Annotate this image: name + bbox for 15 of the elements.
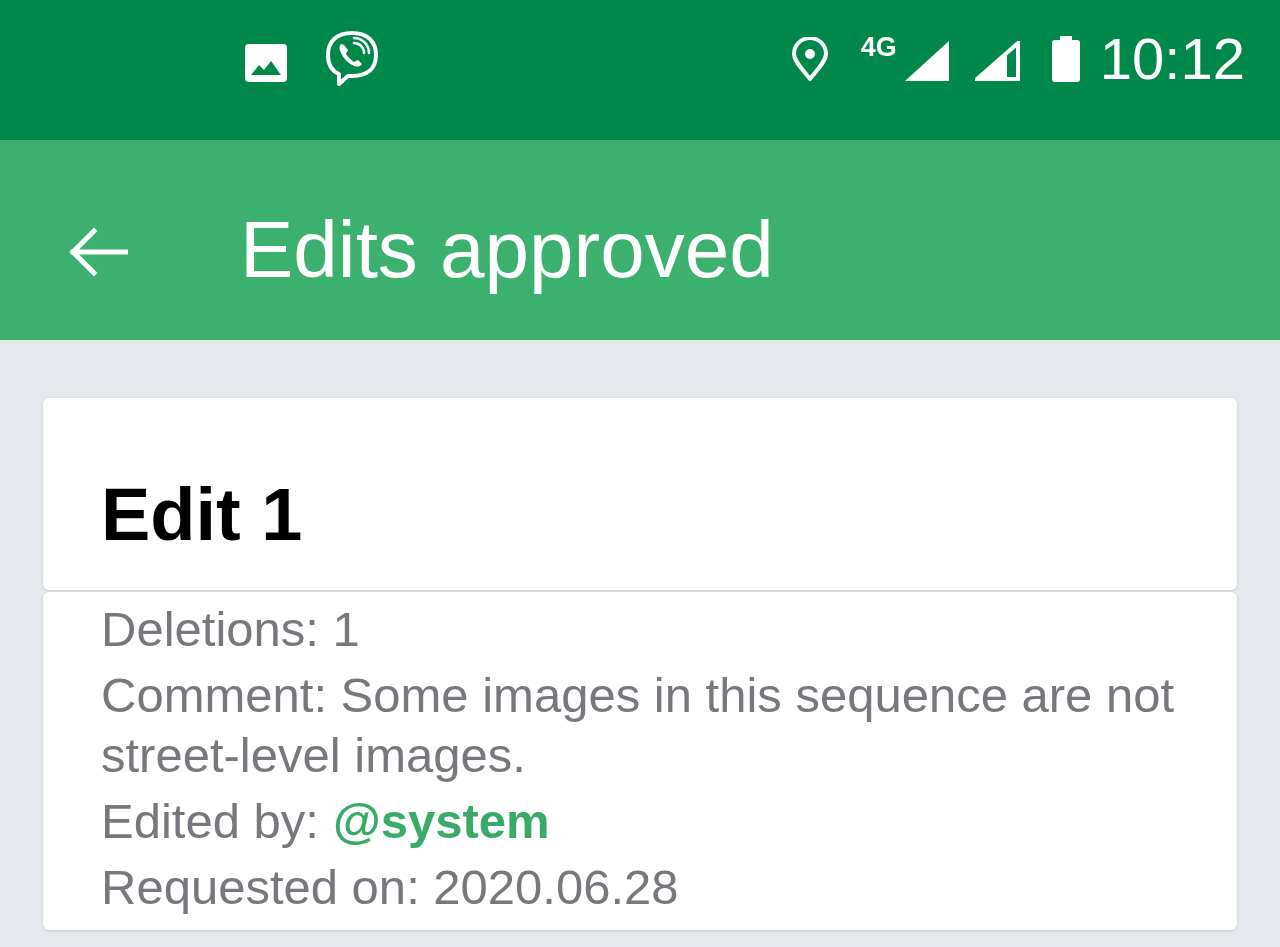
detail-label: Edited by: xyxy=(101,793,319,850)
network-type-label: 4G xyxy=(860,32,897,62)
detail-text: Deletions: 1 xyxy=(101,601,360,658)
image-icon xyxy=(245,44,287,82)
back-arrow-icon xyxy=(68,227,128,277)
battery-icon xyxy=(1051,36,1080,82)
phone-bubble-icon xyxy=(325,30,379,86)
detail-text: Requested on: 2020.06.28 xyxy=(101,859,679,916)
clock-time: 10:12 xyxy=(1099,29,1245,89)
detail-text: Comment: Some images in this sequence are not street-level images. xyxy=(101,667,1176,784)
signal-icon xyxy=(904,41,949,81)
location-pin-icon xyxy=(790,37,829,81)
edit-title: Edit 1 xyxy=(101,475,303,555)
signal-icon xyxy=(974,41,1020,81)
user-link[interactable]: @system xyxy=(332,791,550,851)
